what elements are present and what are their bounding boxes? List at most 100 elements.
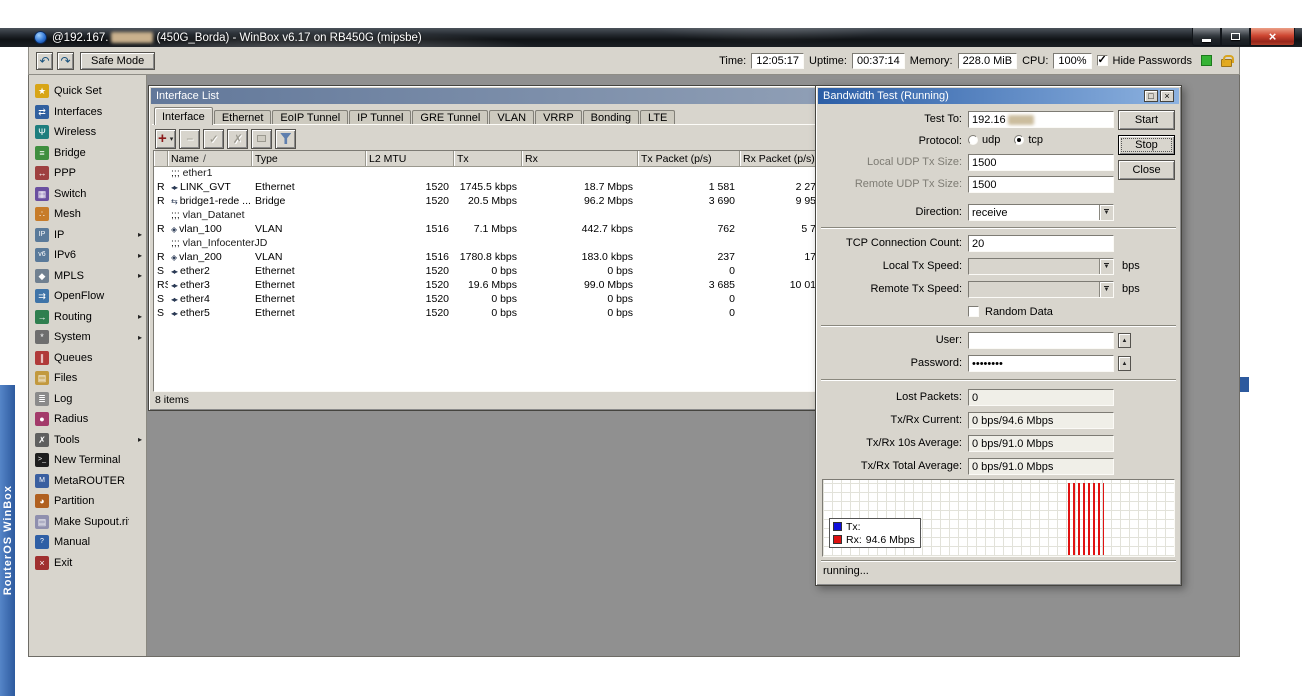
remove-button[interactable]: −: [179, 128, 201, 149]
protocol-udp-label: udp: [982, 134, 1001, 146]
minimize-icon: [1202, 38, 1211, 42]
column-l2mtu[interactable]: L2 MTU: [366, 151, 454, 166]
sidebar-item-radius[interactable]: ● Radius: [29, 409, 146, 430]
direction-select[interactable]: receive ▼: [968, 204, 1114, 221]
column-name[interactable]: Name /: [168, 151, 252, 166]
vlan-interface-icon: ◈: [171, 253, 177, 262]
field-user: User: ▲: [822, 332, 1175, 349]
manual-icon: ?: [35, 535, 49, 550]
window-titlebar[interactable]: @192.167. (450G_Borda) - WinBox v6.17 on…: [0, 28, 1302, 47]
tcp-connection-count-input[interactable]: 20: [968, 235, 1114, 252]
protocol-udp-radio[interactable]: [968, 135, 978, 145]
bandwidth-test-titlebar[interactable]: Bandwidth Test (Running) □ ×: [818, 88, 1179, 104]
sidebar-item-wireless[interactable]: Ψ Wireless: [29, 122, 146, 143]
sidebar-item-quick-set[interactable]: ★ Quick Set: [29, 81, 146, 102]
column-rx[interactable]: Rx: [522, 151, 638, 166]
comment-button[interactable]: [251, 128, 273, 149]
local-udp-tx-size-input[interactable]: 1500: [968, 154, 1114, 171]
filter-button[interactable]: [275, 128, 297, 149]
sidebar-item-interfaces[interactable]: ⇄ Interfaces: [29, 102, 146, 123]
column-type[interactable]: Type: [252, 151, 366, 166]
local-udp-tx-size-value: 1500: [972, 156, 997, 169]
user-expand-button[interactable]: ▲: [1118, 333, 1131, 348]
supout-icon: ▤: [35, 514, 49, 529]
safe-mode-button[interactable]: Safe Mode: [80, 51, 156, 70]
tab-vlan[interactable]: VLAN: [489, 110, 535, 125]
column-tx[interactable]: Tx: [454, 151, 522, 166]
test-to-input[interactable]: 192.16: [968, 111, 1114, 128]
sidebar-item-mesh[interactable]: ∴ Mesh: [29, 204, 146, 225]
column-flags[interactable]: [154, 151, 168, 166]
sidebar-item-ip[interactable]: IP IP ▸: [29, 225, 146, 246]
sidebar-item-ipv6[interactable]: v6 IPv6 ▸: [29, 245, 146, 266]
add-button[interactable]: + ▾: [155, 128, 177, 149]
tab-lte[interactable]: LTE: [640, 110, 676, 125]
sidebar-item-queues[interactable]: ∥ Queues: [29, 348, 146, 369]
remote-tx-speed-select[interactable]: ▼: [968, 281, 1114, 298]
sidebar-item-ppp[interactable]: ↔ PPP: [29, 163, 146, 184]
tab-eoip-tunnel[interactable]: EoIP Tunnel: [272, 110, 349, 125]
protocol-tcp-radio[interactable]: [1014, 135, 1025, 145]
add-icon: +: [158, 130, 167, 147]
sidebar-item-system[interactable]: * System ▸: [29, 327, 146, 348]
rx-graph-bars: [1068, 483, 1104, 555]
stop-button[interactable]: Stop: [1118, 135, 1175, 155]
hide-passwords-checkbox[interactable]: [1096, 53, 1108, 66]
password-input[interactable]: ••••••••: [968, 355, 1114, 372]
tab-interface[interactable]: Interface: [154, 107, 213, 125]
sidebar-item-mpls[interactable]: ◆ MPLS ▸: [29, 266, 146, 287]
protocol-tcp-label: tcp: [1028, 134, 1044, 146]
sidebar-item-routing[interactable]: → Routing ▸: [29, 307, 146, 328]
sidebar-item-log[interactable]: ≣ Log: [29, 389, 146, 410]
sidebar-item-bridge[interactable]: ≡ Bridge: [29, 143, 146, 164]
minimize-button[interactable]: [1192, 28, 1221, 46]
local-tx-speed-dropdown-button[interactable]: ▼: [1099, 259, 1113, 274]
local-tx-speed-select[interactable]: ▼: [968, 258, 1114, 275]
redo-button[interactable]: ↷: [57, 51, 74, 70]
maximize-button[interactable]: [1221, 28, 1250, 46]
field-direction: Direction: receive ▼: [822, 204, 1175, 221]
start-button[interactable]: Start: [1118, 110, 1175, 130]
radius-icon: ●: [35, 412, 49, 427]
undo-button[interactable]: ↶: [36, 51, 53, 70]
column-tx-packet[interactable]: Tx Packet (p/s): [638, 151, 740, 166]
remote-tx-speed-dropdown-button[interactable]: ▼: [1099, 282, 1113, 297]
sidebar-item-exit[interactable]: × Exit: [29, 553, 146, 574]
tab-gre-tunnel[interactable]: GRE Tunnel: [412, 110, 489, 125]
sidebar-item-partition[interactable]: ◕ Partition: [29, 491, 146, 512]
sidebar-item-metarouter[interactable]: M MetaROUTER: [29, 471, 146, 492]
rx-color-swatch: [833, 535, 842, 544]
dialog-close-button[interactable]: ×: [1160, 90, 1174, 102]
sidebar-item-new-terminal[interactable]: >_ New Terminal: [29, 450, 146, 471]
password-expand-button[interactable]: ▲: [1118, 356, 1131, 371]
local-udp-tx-size-label: Local UDP Tx Size:: [867, 156, 962, 168]
detach-button[interactable]: □: [1144, 90, 1158, 102]
sidebar-item-make-supout-rif[interactable]: ▤ Make Supout.rif: [29, 512, 146, 533]
sidebar-item-tools[interactable]: ✗ Tools ▸: [29, 430, 146, 451]
tab-ip-tunnel[interactable]: IP Tunnel: [349, 110, 412, 125]
random-data-checkbox[interactable]: [968, 306, 979, 317]
disable-button[interactable]: ✗: [227, 128, 249, 149]
enable-icon: ✓: [208, 131, 219, 146]
direction-dropdown-button[interactable]: ▼: [1099, 205, 1113, 220]
sidebar-item-manual[interactable]: ? Manual: [29, 532, 146, 553]
filter-icon: [280, 133, 292, 144]
remote-udp-tx-size-input[interactable]: 1500: [968, 176, 1114, 193]
sidebar-item-openflow[interactable]: ⇉ OpenFlow: [29, 286, 146, 307]
password-value: ••••••••: [972, 357, 1003, 370]
tab-ethernet[interactable]: Ethernet: [213, 110, 272, 125]
tab-bonding[interactable]: Bonding: [582, 110, 640, 125]
tools-icon: ✗: [35, 432, 49, 447]
tab-vrrp[interactable]: VRRP: [535, 110, 582, 125]
memory-label: Memory:: [909, 54, 953, 67]
remote-tx-speed-unit: bps: [1122, 283, 1140, 295]
user-input[interactable]: [968, 332, 1114, 349]
sidebar-item-files[interactable]: ▤ Files: [29, 368, 146, 389]
sidebar-item-switch[interactable]: ▦ Switch: [29, 184, 146, 205]
close-dialog-button[interactable]: Close: [1118, 160, 1175, 180]
close-button[interactable]: ×: [1250, 28, 1295, 46]
redacted-target-blur: [1007, 114, 1034, 125]
separator: [821, 379, 1176, 381]
enable-button[interactable]: ✓: [203, 128, 225, 149]
files-icon: ▤: [35, 371, 49, 386]
